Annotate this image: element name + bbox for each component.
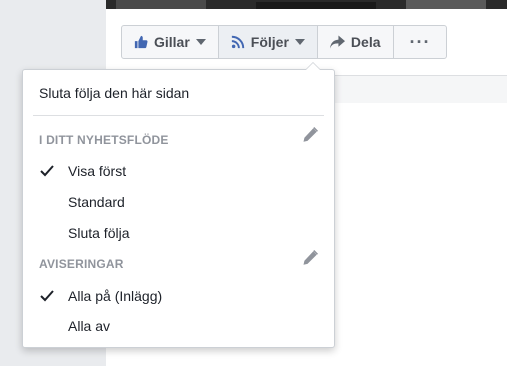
menu-item-unfollow-page[interactable]: Sluta följa den här sidan [23,80,334,106]
edit-news-feed-pencil-icon[interactable] [302,127,318,143]
more-dots-icon: ··· [409,32,431,52]
menu-item-default[interactable]: Standard [23,189,334,215]
content-divider [330,75,507,103]
follow-settings-menu: Sluta följa den här sidan I DITT NYHETSF… [22,62,335,348]
menu-item-label: Alla av [68,318,111,334]
chevron-down-icon [195,39,206,45]
following-button-label: Följer [250,34,289,50]
checkmark-icon [40,164,54,180]
notifications-section-header: AVISERINGAR [39,257,124,271]
chevron-down-icon [294,39,305,45]
like-button-label: Gillar [154,34,190,50]
menu-item-label: Sluta följa den här sidan [39,85,190,101]
rss-icon [231,35,245,49]
like-button[interactable]: Gillar [122,26,219,58]
menu-item-label: Alla på (Inlägg) [68,288,163,304]
share-button-label: Dela [350,34,381,50]
menu-item-all-on-posts[interactable]: Alla på (Inlägg) [23,283,334,309]
news-feed-section-header: I DITT NYHETSFLÖDE [39,133,169,147]
share-button[interactable]: Dela [318,26,394,58]
following-button[interactable]: Följer [218,26,318,58]
menu-item-label: Standard [68,194,125,210]
checkmark-icon [40,289,54,305]
menu-divider [33,115,324,116]
menu-item-label: Visa först [68,163,127,179]
cover-photo [106,0,507,9]
edit-notifications-pencil-icon[interactable] [302,250,318,266]
menu-pointer [305,62,321,70]
page-action-bar: Gillar Följer Dela ··· [121,25,448,59]
share-arrow-icon [329,35,345,49]
menu-item-see-first[interactable]: Visa först [23,158,334,184]
menu-item-unfollow[interactable]: Sluta följa [23,220,334,246]
menu-item-all-off[interactable]: Alla av [23,313,334,339]
more-options-button[interactable]: ··· [394,26,447,58]
thumbs-up-icon [134,35,148,49]
menu-item-label: Sluta följa [68,225,130,241]
